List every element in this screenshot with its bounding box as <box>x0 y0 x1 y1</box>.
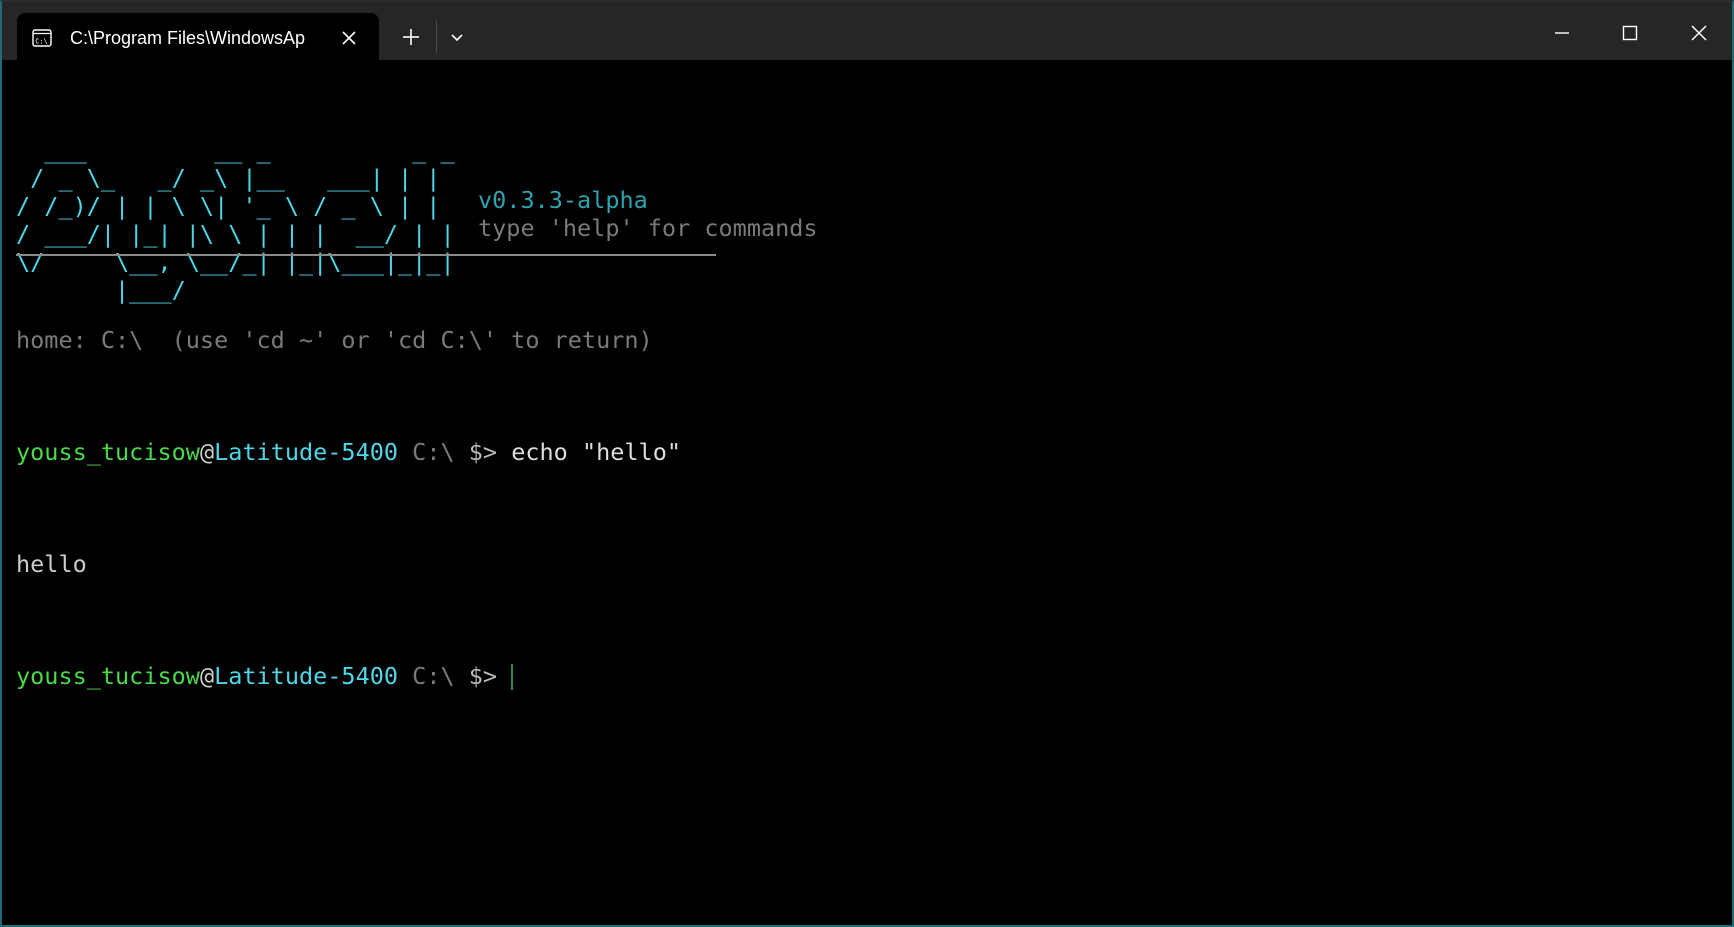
prompt-user: youss_tucisow <box>16 438 200 466</box>
terminal-output[interactable]: ___ __ _ _ _ / _ \_ _/ _\ |__ ___| | | /… <box>16 80 1716 910</box>
minimize-icon[interactable] <box>1545 16 1579 50</box>
prompt-symbol: $> <box>468 662 498 690</box>
maximize-icon[interactable] <box>1613 16 1647 50</box>
prompt-host: Latitude-5400 <box>214 662 399 690</box>
prompt-cwd: C:\ <box>398 438 469 466</box>
terminal-cmd-icon: C:\ <box>32 29 52 47</box>
prompt-symbol: $> <box>468 438 498 466</box>
prompt-host: Latitude-5400 <box>214 438 399 466</box>
tab-title: C:\Program Files\WindowsAp <box>70 28 306 48</box>
title-bar[interactable]: C:\ C:\Program Files\WindowsAp <box>2 2 1732 62</box>
chevron-down-icon[interactable] <box>446 26 468 48</box>
prompt-cwd: C:\ <box>398 662 469 690</box>
prompt-line: youss_tucisow@Latitude-5400 C:\ $> echo … <box>16 438 681 466</box>
prompt-at: @ <box>199 438 215 466</box>
version-text: v0.3.3-alpha <box>478 186 648 214</box>
home-line: home: C:\ (use 'cd ~' or 'cd C:\' to ret… <box>16 326 653 354</box>
tab-active[interactable]: C:\ C:\Program Files\WindowsAp <box>17 13 379 62</box>
svg-text:C:\: C:\ <box>35 38 48 46</box>
text-cursor[interactable] <box>511 664 514 690</box>
command-text: echo "hello" <box>497 438 682 466</box>
plus-icon[interactable] <box>398 24 424 50</box>
close-icon[interactable] <box>1682 16 1716 50</box>
help-hint: type 'help' for commands <box>478 214 818 242</box>
tab-separator <box>436 21 437 53</box>
prompt-line-active[interactable]: youss_tucisow@Latitude-5400 C:\ $> <box>16 662 681 690</box>
command-output: hello <box>16 550 87 578</box>
session-lines: home: C:\ (use 'cd ~' or 'cd C:\' to ret… <box>16 270 681 746</box>
divider <box>16 254 716 256</box>
terminal-window: C:\ C:\Program Files\WindowsAp ___ __ _ … <box>0 0 1734 927</box>
close-icon[interactable] <box>338 27 360 49</box>
prompt-user: youss_tucisow <box>16 662 200 690</box>
prompt-at: @ <box>199 662 215 690</box>
